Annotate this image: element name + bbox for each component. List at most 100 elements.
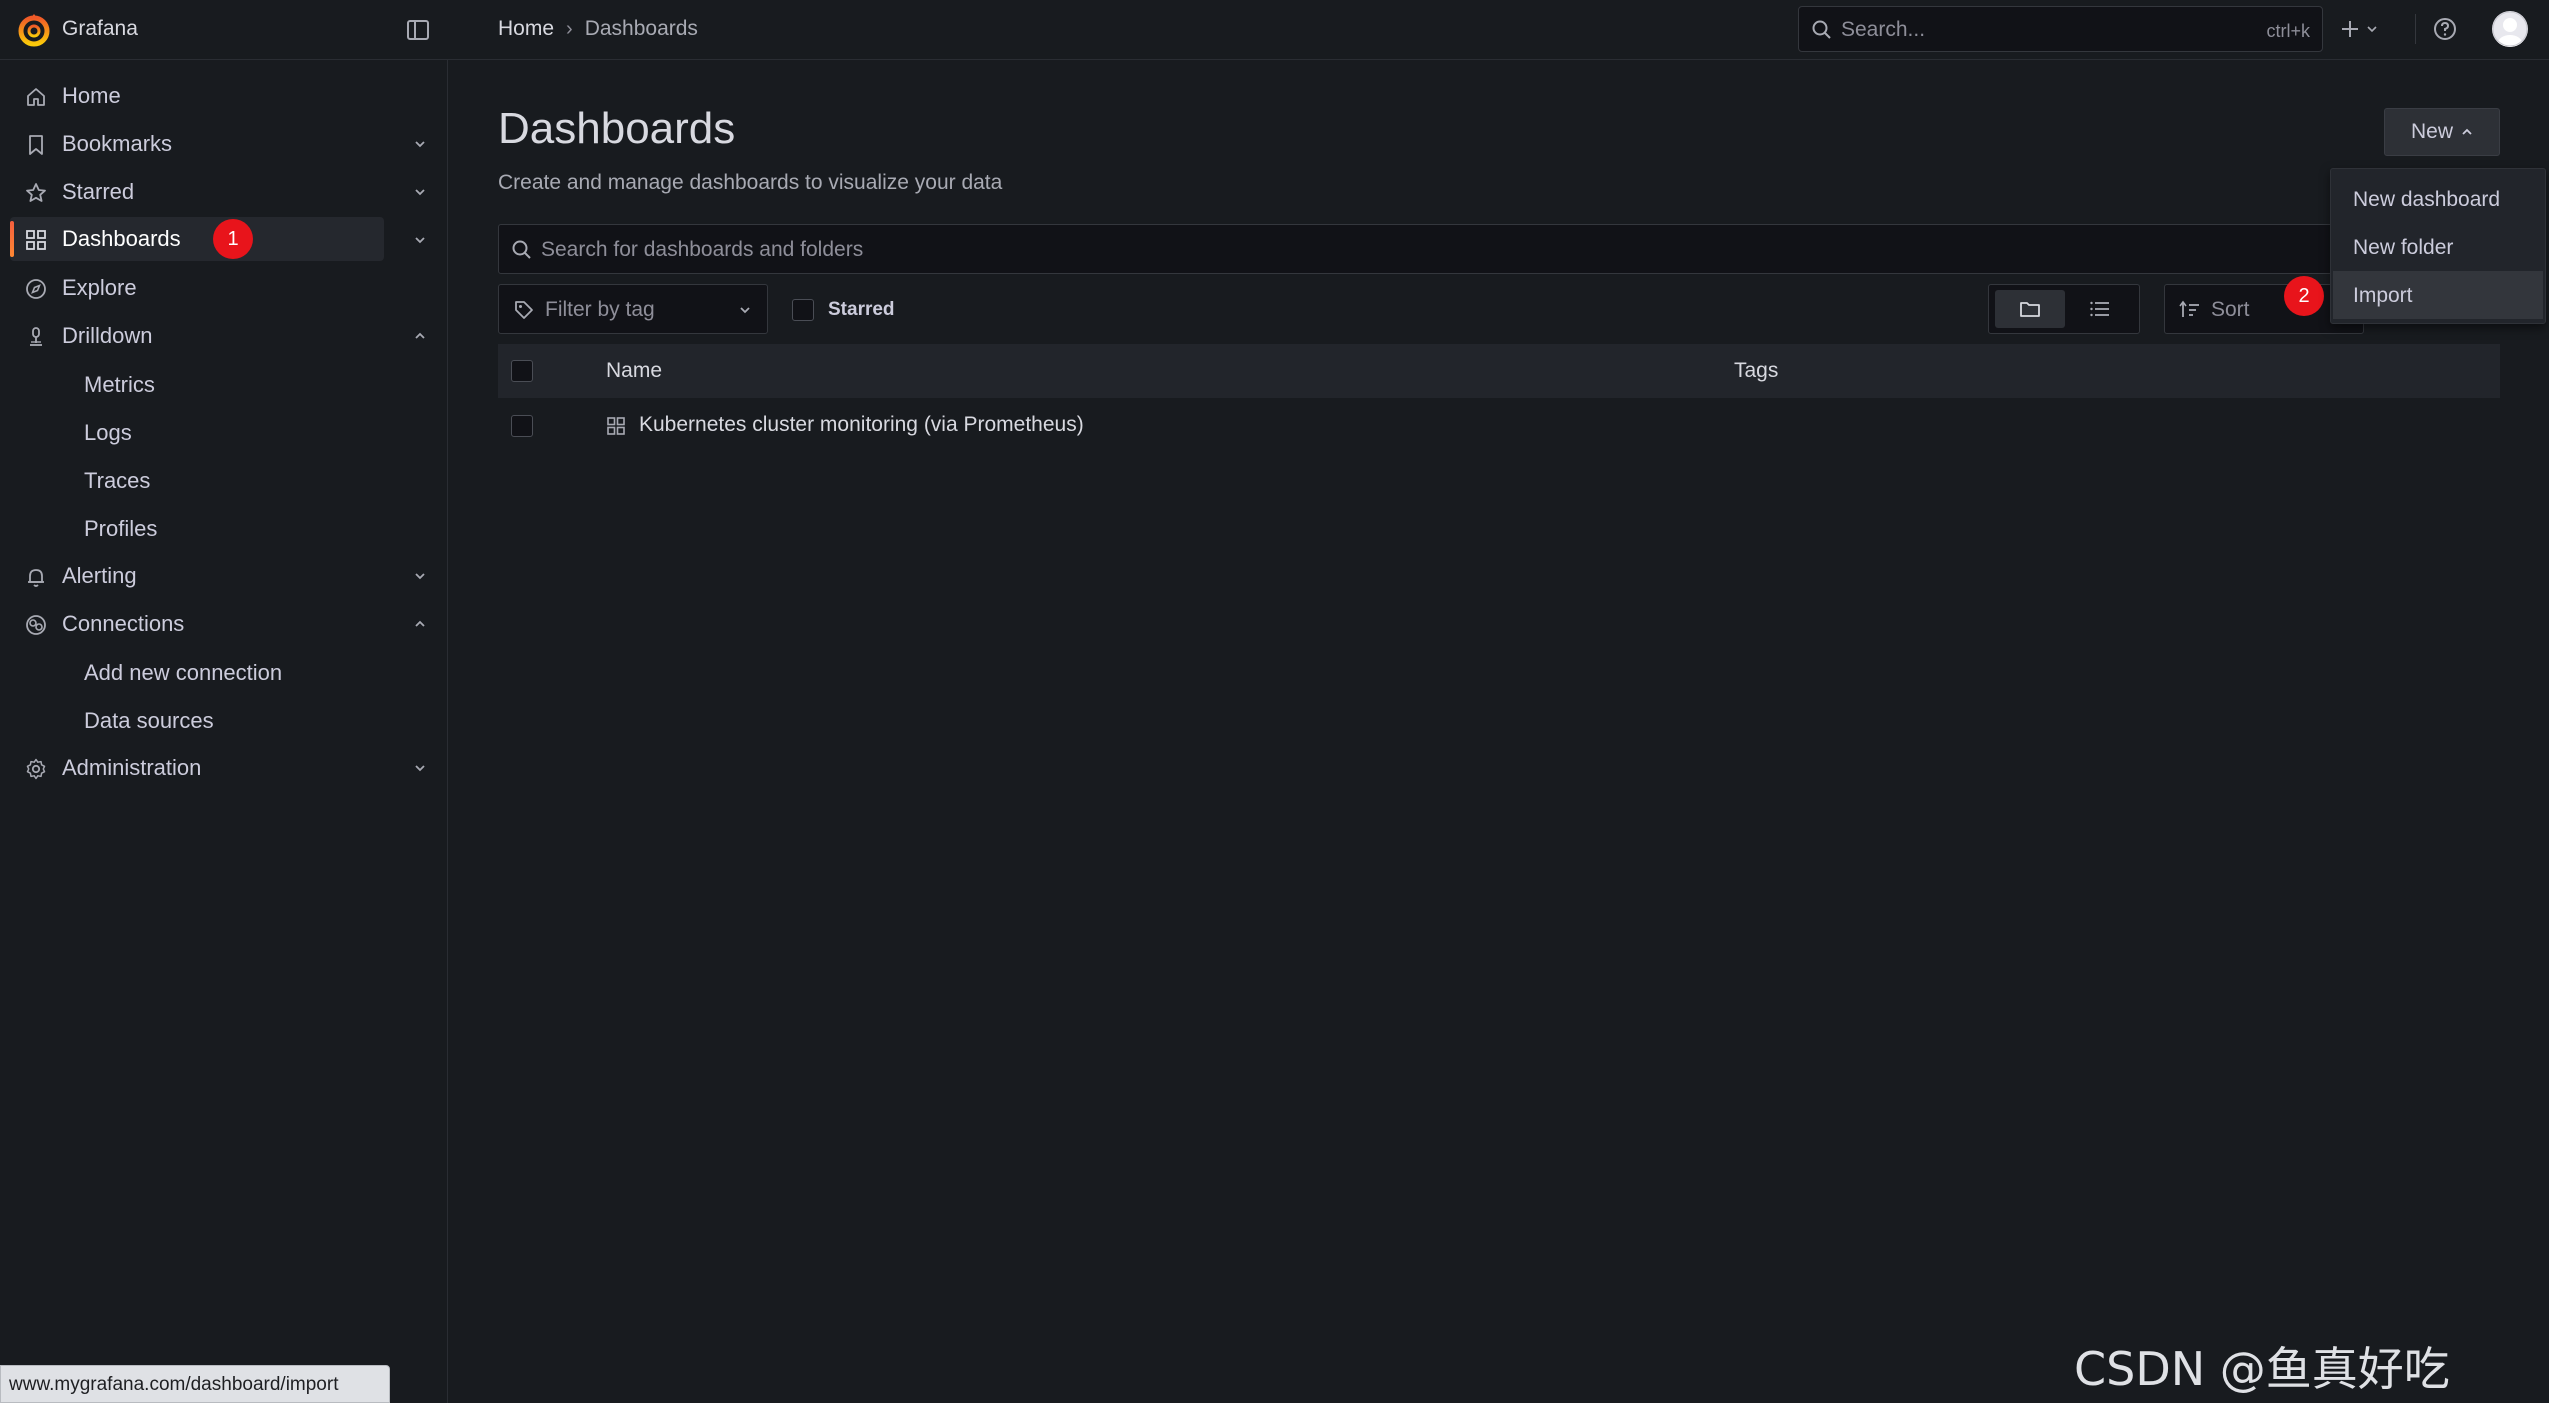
breadcrumb: Home › Dashboards [498, 17, 698, 41]
user-avatar[interactable] [2492, 11, 2528, 47]
sidebar-item-label: Bookmarks [62, 131, 173, 156]
search-shortcut: ctrl+k [2266, 21, 2310, 41]
sidebar-item-label: Administration [62, 755, 202, 780]
sidebar-item-label: Home [62, 83, 121, 108]
tag-filter-placeholder: Filter by tag [545, 298, 655, 321]
chevron-up-icon[interactable] [412, 328, 428, 344]
sidebar-item-label: Explore [62, 275, 137, 300]
sidebar-item-dashboards[interactable]: Dashboards [10, 217, 384, 261]
new-button[interactable]: New [2384, 108, 2500, 156]
sidebar-item-label: Alerting [62, 563, 137, 588]
sidebar-item-label: Starred [62, 179, 135, 204]
sidebar-item-label: Dashboards [62, 226, 181, 251]
menu-item-label: New folder [2353, 236, 2454, 259]
dashboard-search-placeholder: Search for dashboards and folders [541, 238, 864, 261]
sidebar-subitem-logs[interactable]: Logs [84, 420, 132, 446]
menu-item-new-folder[interactable]: New folder [2333, 223, 2543, 271]
folder-icon [2020, 302, 2040, 317]
menu-item-label: Import [2353, 284, 2413, 307]
sidebar-item-home[interactable]: Home [10, 74, 384, 118]
page-subtitle: Create and manage dashboards to visualiz… [498, 171, 1003, 194]
starred-label: Starred [828, 299, 895, 320]
tag-icon [515, 301, 533, 319]
breadcrumb-separator: › [566, 17, 573, 40]
dashboard-icon [607, 417, 625, 435]
bookmark-icon [29, 135, 43, 155]
chevron-down-icon[interactable] [412, 232, 428, 248]
app-name: Grafana [62, 17, 138, 40]
sidebar-subitem-metrics[interactable]: Metrics [84, 372, 155, 398]
sidebar-subitem-traces[interactable]: Traces [84, 468, 150, 494]
step-badge-2: 2 [2284, 276, 2324, 316]
chevron-down-icon[interactable] [412, 184, 428, 200]
folder-view-button[interactable] [1995, 290, 2065, 328]
sidebar-item-label: Connections [62, 611, 185, 636]
top-search-placeholder: Search... [1841, 18, 1926, 41]
chevron-down-icon[interactable] [412, 760, 428, 776]
list-icon [2090, 301, 2109, 317]
new-dropdown-menu: New dashboard New folder Import [2330, 168, 2546, 324]
watermark: CSDN @鱼真好吃^o^ [2074, 1342, 2450, 1403]
top-bar-divider [2415, 14, 2416, 44]
column-header-tags: Tags [1734, 359, 1779, 382]
plus-icon [2342, 21, 2358, 37]
chevron-down-icon[interactable] [412, 136, 428, 152]
bell-icon [28, 569, 44, 587]
new-button-label: New [2410, 120, 2453, 143]
apps-icon [26, 230, 46, 250]
dashboard-search-input[interactable]: Search for dashboards and folders [498, 224, 2498, 274]
sidebar-item-connections[interactable]: Connections [10, 602, 384, 646]
select-all-checkbox[interactable] [511, 360, 533, 382]
status-bar-url: www.mygrafana.com/dashboard/import [0, 1365, 390, 1403]
starred-checkbox[interactable] [792, 299, 814, 321]
step-badge-1: 1 [213, 219, 253, 259]
grafana-app: Grafana Home › Dashboards Search... ctrl… [0, 0, 2549, 1403]
breadcrumb-home[interactable]: Home [498, 17, 554, 41]
sidebar-item-bookmarks[interactable]: Bookmarks [10, 122, 384, 166]
row-checkbox[interactable] [511, 415, 533, 437]
chevron-down-icon [740, 307, 750, 314]
menu-item-new-dashboard[interactable]: New dashboard [2333, 175, 2543, 223]
breadcrumb-current[interactable]: Dashboards [585, 17, 698, 41]
grafana-logo-icon[interactable] [16, 12, 52, 48]
connections-icon [26, 615, 46, 635]
sidebar-item-explore[interactable]: Explore [10, 266, 384, 310]
chevron-down-icon [2367, 26, 2377, 33]
home-icon [27, 88, 45, 106]
chevron-up-icon[interactable] [412, 616, 428, 632]
cog-icon [26, 758, 46, 780]
search-icon [1812, 20, 1831, 39]
help-icon[interactable] [2432, 16, 2458, 42]
column-header-name[interactable]: Name [606, 359, 662, 383]
dock-menu-icon[interactable] [404, 16, 432, 44]
view-toggle [1988, 284, 2140, 334]
sort-placeholder: Sort [2211, 298, 2250, 321]
sidebar-item-starred[interactable]: Starred [10, 170, 384, 214]
user-icon [2492, 11, 2528, 47]
drilldown-icon [30, 327, 42, 346]
star-icon [26, 183, 46, 202]
sidebar-item-alerting[interactable]: Alerting [10, 554, 384, 598]
chevron-up-icon [2462, 128, 2472, 135]
sort-icon [2179, 300, 2199, 317]
add-new-button[interactable] [2340, 14, 2390, 44]
chevron-down-icon[interactable] [412, 568, 428, 584]
search-icon [512, 240, 531, 259]
top-search-input[interactable]: Search... ctrl+k [1798, 6, 2323, 52]
sidebar-subitem-add-new-connection[interactable]: Add new connection [84, 660, 282, 686]
sidebar-item-drilldown[interactable]: Drilldown [10, 314, 384, 358]
page-title: Dashboards [498, 104, 736, 153]
compass-icon [26, 279, 46, 299]
table-header: Name Tags [498, 344, 2500, 398]
tag-filter-select[interactable]: Filter by tag [498, 284, 768, 334]
sidebar-item-administration[interactable]: Administration [10, 746, 384, 790]
sidebar: Home Bookmarks Starred Dashboards 1 Expl… [0, 60, 448, 1403]
list-view-button[interactable] [2065, 290, 2135, 328]
dashboard-name-link[interactable]: Kubernetes cluster monitoring (via Prome… [639, 413, 1084, 437]
menu-item-import[interactable]: Import [2333, 271, 2543, 319]
top-bar: Grafana Home › Dashboards Search... ctrl… [0, 0, 2549, 60]
table-row[interactable]: Kubernetes cluster monitoring (via Prome… [498, 400, 2500, 452]
sidebar-subitem-profiles[interactable]: Profiles [84, 516, 157, 542]
sidebar-subitem-data-sources[interactable]: Data sources [84, 708, 214, 734]
menu-item-label: New dashboard [2353, 188, 2501, 211]
